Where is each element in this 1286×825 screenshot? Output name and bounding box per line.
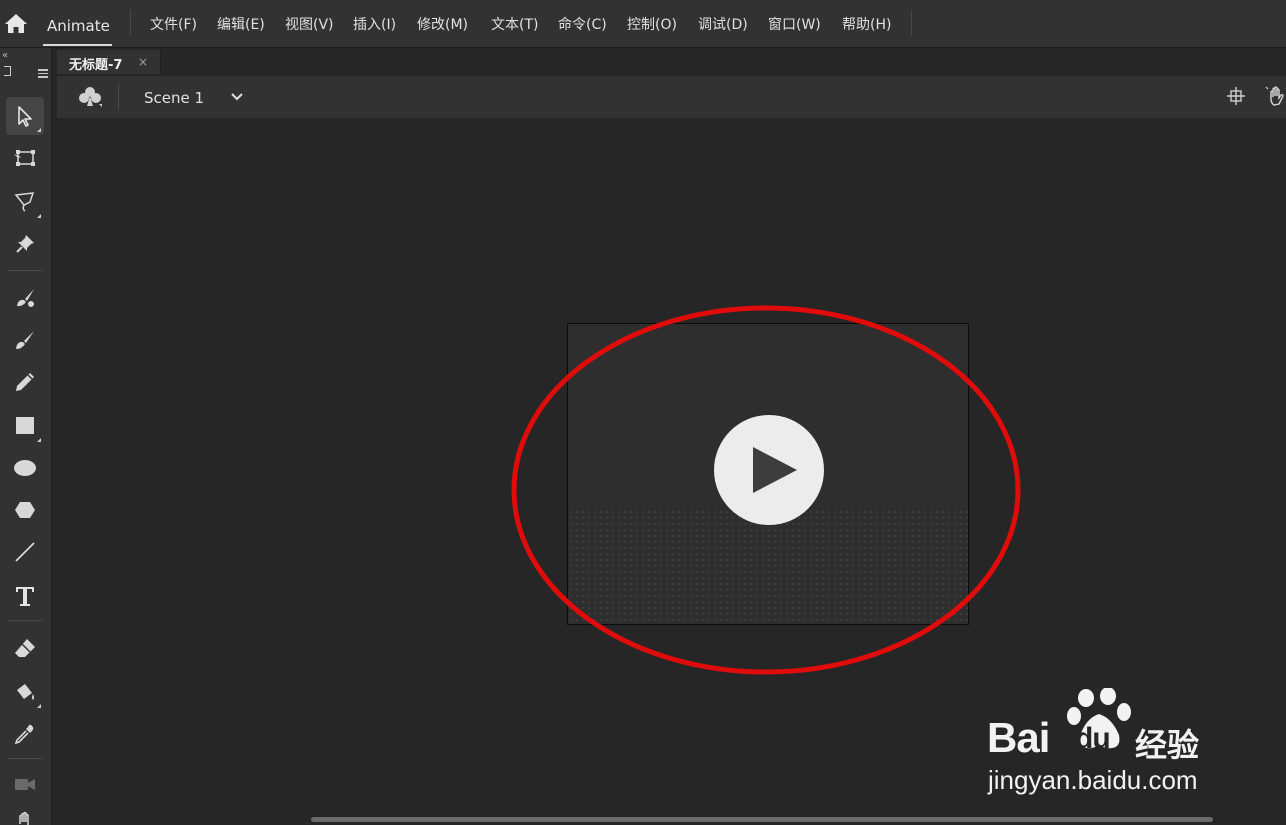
collapse-panel-icon[interactable]: « [2,50,8,61]
menu-separator [130,10,131,36]
pencil-tool[interactable] [6,363,44,401]
camera-icon [15,779,35,790]
watermark-brand: Bai du [987,714,1111,762]
text-tool[interactable] [6,577,44,615]
tools-panel: « [0,48,52,825]
menu-window[interactable]: 窗口(W) [768,14,821,34]
menu-edit[interactable]: 编辑(E) [217,14,265,34]
tool-group-indicator [37,704,41,708]
close-icon[interactable]: × [138,55,148,69]
watermark-cn: 经验 [1135,726,1200,764]
camera-tool[interactable] [6,765,44,803]
home-icon[interactable] [4,12,28,34]
menu-modify[interactable]: 修改(M) [417,14,468,34]
eraser-icon [15,639,35,657]
line-tool[interactable] [6,533,44,571]
hand-icon [19,811,29,825]
hand-tool-icon[interactable] [1265,84,1286,108]
paint-brush-tool[interactable] [6,321,44,359]
rectangle-tool[interactable] [6,407,44,445]
polystar-tool[interactable] [6,491,44,529]
panel-menu-icon[interactable] [38,69,48,80]
text-tool-icon [16,587,34,606]
lasso-tool[interactable] [6,183,44,221]
selection-arrow-icon [18,106,32,127]
tool-group-indicator [37,214,41,218]
annotation-ellipse [511,305,1021,675]
edit-bar: Scene 1 [57,76,1286,118]
menu-end-separator [911,10,912,36]
paint-bucket-tool[interactable] [6,673,44,711]
pencil-icon [16,373,34,391]
baidu-jingyan-watermark: Bai du 经验 jingyan.baidu.com [985,686,1225,798]
menu-file[interactable]: 文件(F) [150,14,197,34]
eyedropper-tool[interactable] [6,715,44,753]
menu-view[interactable]: 视图(V) [285,14,334,34]
oval-tool[interactable] [6,449,44,487]
menu-bar: Animate 文件(F) 编辑(E) 视图(V) 插入(I) 修改(M) 文本… [0,0,1286,48]
scene-name[interactable]: Scene 1 [144,89,204,107]
menu-text[interactable]: 文本(T) [491,14,538,34]
fluid-brush-tool[interactable] [6,279,44,317]
hand-tool[interactable] [6,803,44,825]
fluid-brush-icon [17,289,34,307]
horizontal-scrollbar[interactable] [311,817,1213,822]
document-tab-label: 无标题-7 [69,58,123,73]
tools-separator [8,620,42,621]
menu-insert[interactable]: 插入(I) [353,14,396,34]
pin-tool[interactable] [6,225,44,263]
watermark-url: jingyan.baidu.com [988,765,1198,795]
eraser-tool[interactable] [6,629,44,667]
animate-window: Animate 文件(F) 编辑(E) 视图(V) 插入(I) 修改(M) 文本… [0,0,1286,825]
eyedropper-icon [14,724,34,745]
selection-tool[interactable] [6,97,44,135]
paint-bucket-icon [17,684,34,700]
pin-icon [16,235,34,253]
tool-group-indicator [37,438,41,442]
tool-group-indicator [37,128,41,132]
oval-icon [14,460,36,476]
menu-debug[interactable]: 调试(D) [698,14,748,34]
polystar-icon [15,502,35,518]
free-transform-icon [14,150,35,166]
paint-brush-icon [16,331,34,349]
menu-commands[interactable]: 命令(C) [558,14,607,34]
free-transform-tool[interactable] [6,139,44,177]
document-tab-bar: 无标题-7 × [57,48,1286,74]
menu-control[interactable]: 控制(O) [627,14,677,34]
edit-bar-separator [118,84,119,110]
menu-help[interactable]: 帮助(H) [842,14,891,34]
lasso-icon [14,192,35,212]
crosshair-icon[interactable] [1226,86,1246,106]
chevron-down-icon[interactable] [229,89,245,105]
line-icon [15,542,35,562]
document-tab[interactable]: 无标题-7 × [57,50,161,74]
club-icon[interactable] [77,85,103,109]
rectangle-icon [16,417,34,434]
watermark-brand-bai: Bai [987,714,1050,761]
watermark-brand-du: du [1075,722,1111,755]
tools-separator [8,270,42,271]
panel-tab-icon[interactable] [4,66,11,76]
app-name-underline [43,44,112,46]
app-name[interactable]: Animate [47,17,110,35]
tools-separator [8,758,42,759]
